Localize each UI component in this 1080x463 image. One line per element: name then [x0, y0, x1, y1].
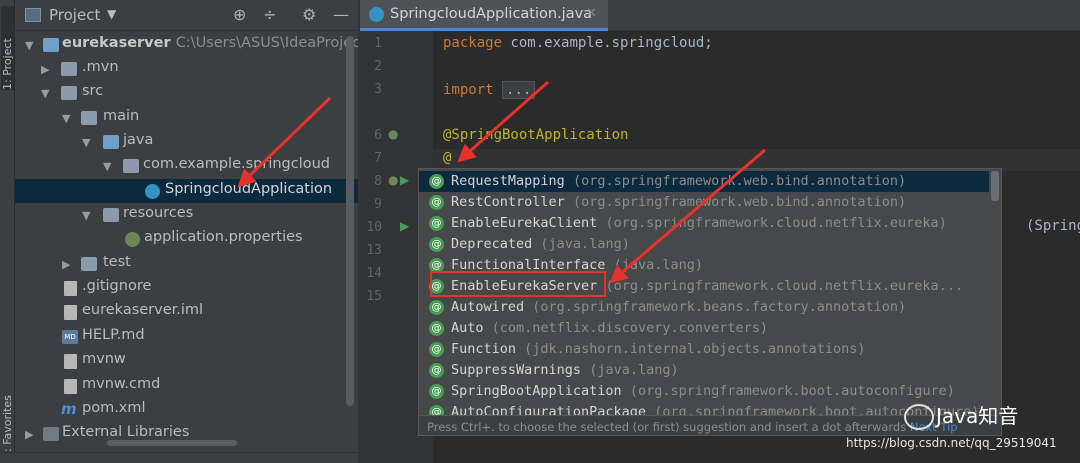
- arrow-to-at-sign: [457, 80, 549, 163]
- annotation-arrows: [237, 80, 766, 284]
- watermark-url: https://blog.csdn.net/qq_29519041: [846, 436, 1057, 450]
- arrow-to-class: [237, 96, 332, 188]
- watermark: Java知音 https://blog.csdn.net/qq_29519041: [846, 400, 1080, 460]
- arrow-to-enable-eureka-server: [609, 148, 766, 284]
- wechat-logo-icon: [904, 404, 934, 430]
- watermark-title: Java知音: [936, 404, 1019, 428]
